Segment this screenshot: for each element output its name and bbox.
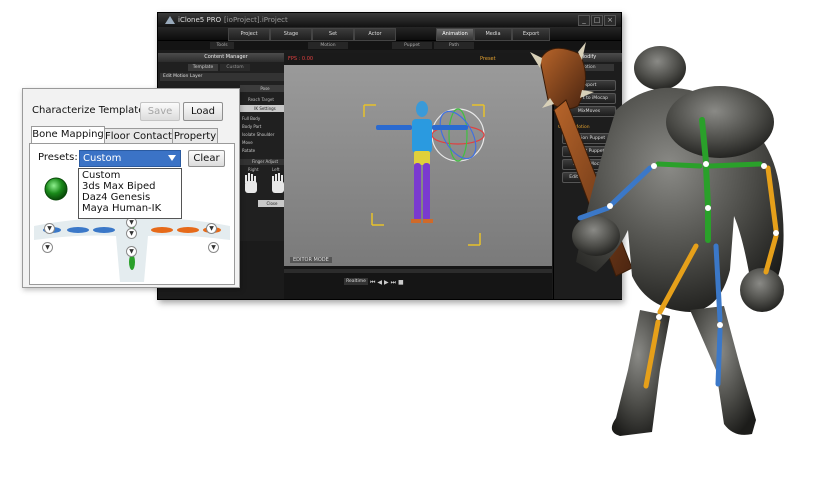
- tab-stage[interactable]: Stage: [270, 28, 312, 41]
- maximize-button[interactable]: □: [591, 15, 603, 26]
- motion-layer-list: Full Body Body Part Isolate Shoulder Mov…: [242, 115, 274, 155]
- subtab-tools[interactable]: Tools: [210, 42, 234, 49]
- iclone-logo-icon: [165, 16, 175, 24]
- project-name: [ioProject].iProject: [224, 16, 288, 24]
- save-button[interactable]: Save: [140, 102, 180, 121]
- bone-pin-right-wrist[interactable]: ▼: [208, 242, 219, 253]
- timeline-bar: Realtime ⏮◀▶⏭■: [284, 266, 552, 299]
- list-item-rotate[interactable]: Rotate: [242, 147, 274, 155]
- list-item-isolate-shoulder[interactable]: Isolate Shoulder: [242, 131, 274, 139]
- presets-select[interactable]: Custom: [79, 150, 181, 167]
- list-item-move[interactable]: Move: [242, 139, 274, 147]
- fps-readout: FPS : 0.00: [288, 56, 314, 62]
- tab-custom[interactable]: Custom: [220, 64, 250, 71]
- tab-animation[interactable]: Animation: [436, 28, 474, 41]
- tab-set[interactable]: Set: [312, 28, 354, 41]
- finger-adjust-label: Finger Adjust: [240, 159, 290, 165]
- close-window-button[interactable]: ×: [604, 15, 616, 26]
- bone-pin-spine[interactable]: ▼: [126, 246, 137, 257]
- hand-right-label: Right: [248, 167, 259, 172]
- hand-gesture-icon[interactable]: [242, 173, 290, 195]
- preset-option-maya-human-ik[interactable]: Maya Human-IK: [82, 203, 161, 214]
- chevron-down-icon: [168, 155, 176, 161]
- pose-tab[interactable]: Pose: [240, 85, 290, 92]
- minimize-button[interactable]: _: [578, 15, 590, 26]
- preset-option-daz4-genesis[interactable]: Daz4 Genesis: [82, 192, 150, 203]
- timeline-track[interactable]: [284, 269, 552, 273]
- load-button[interactable]: Load: [183, 102, 223, 121]
- subtab-puppet[interactable]: Puppet: [392, 42, 432, 49]
- bone-pin-left-wrist[interactable]: ▼: [42, 242, 53, 253]
- presets-selected-value: Custom: [83, 153, 122, 164]
- subtab-motion[interactable]: Motion: [308, 42, 348, 49]
- tab-template[interactable]: Template: [188, 64, 218, 71]
- close-button[interactable]: Close: [258, 200, 286, 207]
- tab-media[interactable]: Media: [474, 28, 512, 41]
- title-bar: iClone5 PRO [ioProject].iProject _ □ ×: [158, 13, 621, 27]
- troll-body: [572, 46, 784, 436]
- app-title: iClone5 PRO: [178, 16, 222, 24]
- preset-option-3ds-max-biped[interactable]: 3ds Max Biped: [82, 181, 155, 192]
- tab-project[interactable]: Project: [228, 28, 270, 41]
- list-item-body-part[interactable]: Body Part: [242, 123, 274, 131]
- viewport-scene: [284, 65, 552, 266]
- bone-pin-right-hand[interactable]: ▼: [206, 223, 217, 234]
- troll-character-image: [530, 42, 784, 436]
- tab-actor[interactable]: Actor: [354, 28, 396, 41]
- presets-label: Presets:: [38, 152, 78, 163]
- bone-pin-chest[interactable]: ▼: [126, 228, 137, 239]
- content-manager-title: Content Manager: [158, 53, 294, 62]
- tab-floor-contact[interactable]: Floor Contact: [104, 128, 173, 144]
- characterize-template-dialog: Characterize Template Save Load Bone Map…: [22, 88, 240, 288]
- bone-pin-left-hand[interactable]: ▼: [44, 223, 55, 234]
- edit-motion-layer-header: Edit Motion Layer: [160, 73, 295, 81]
- dialog-title: Characterize Template: [32, 105, 145, 116]
- subtab-path[interactable]: Path: [434, 42, 474, 49]
- editor-mode-label: EDITOR MODE: [290, 257, 332, 263]
- 3d-viewport[interactable]: EDITOR MODE: [284, 65, 552, 266]
- preset-option-custom[interactable]: Custom: [82, 170, 120, 181]
- tab-property[interactable]: Property: [172, 128, 218, 144]
- clear-button[interactable]: Clear: [188, 150, 225, 167]
- ik-settings-button[interactable]: IK Settings: [240, 105, 290, 112]
- presets-dropdown-list: Custom 3ds Max Biped Daz4 Genesis Maya H…: [78, 168, 182, 219]
- preset-label: Preset: [480, 56, 496, 62]
- list-item-full-body[interactable]: Full Body: [242, 115, 274, 123]
- viewport-toolbar: FPS : 0.00 Preset: [284, 53, 552, 65]
- hand-left-label: Left: [272, 167, 280, 172]
- realtime-select[interactable]: Realtime: [344, 278, 368, 285]
- status-indicator-icon: [44, 177, 68, 201]
- main-tab-bar: Project Stage Set Actor Animation Media …: [158, 27, 621, 41]
- playback-controls[interactable]: ⏮◀▶⏭■: [370, 279, 406, 287]
- tab-bone-mapping[interactable]: Bone Mapping: [31, 126, 105, 144]
